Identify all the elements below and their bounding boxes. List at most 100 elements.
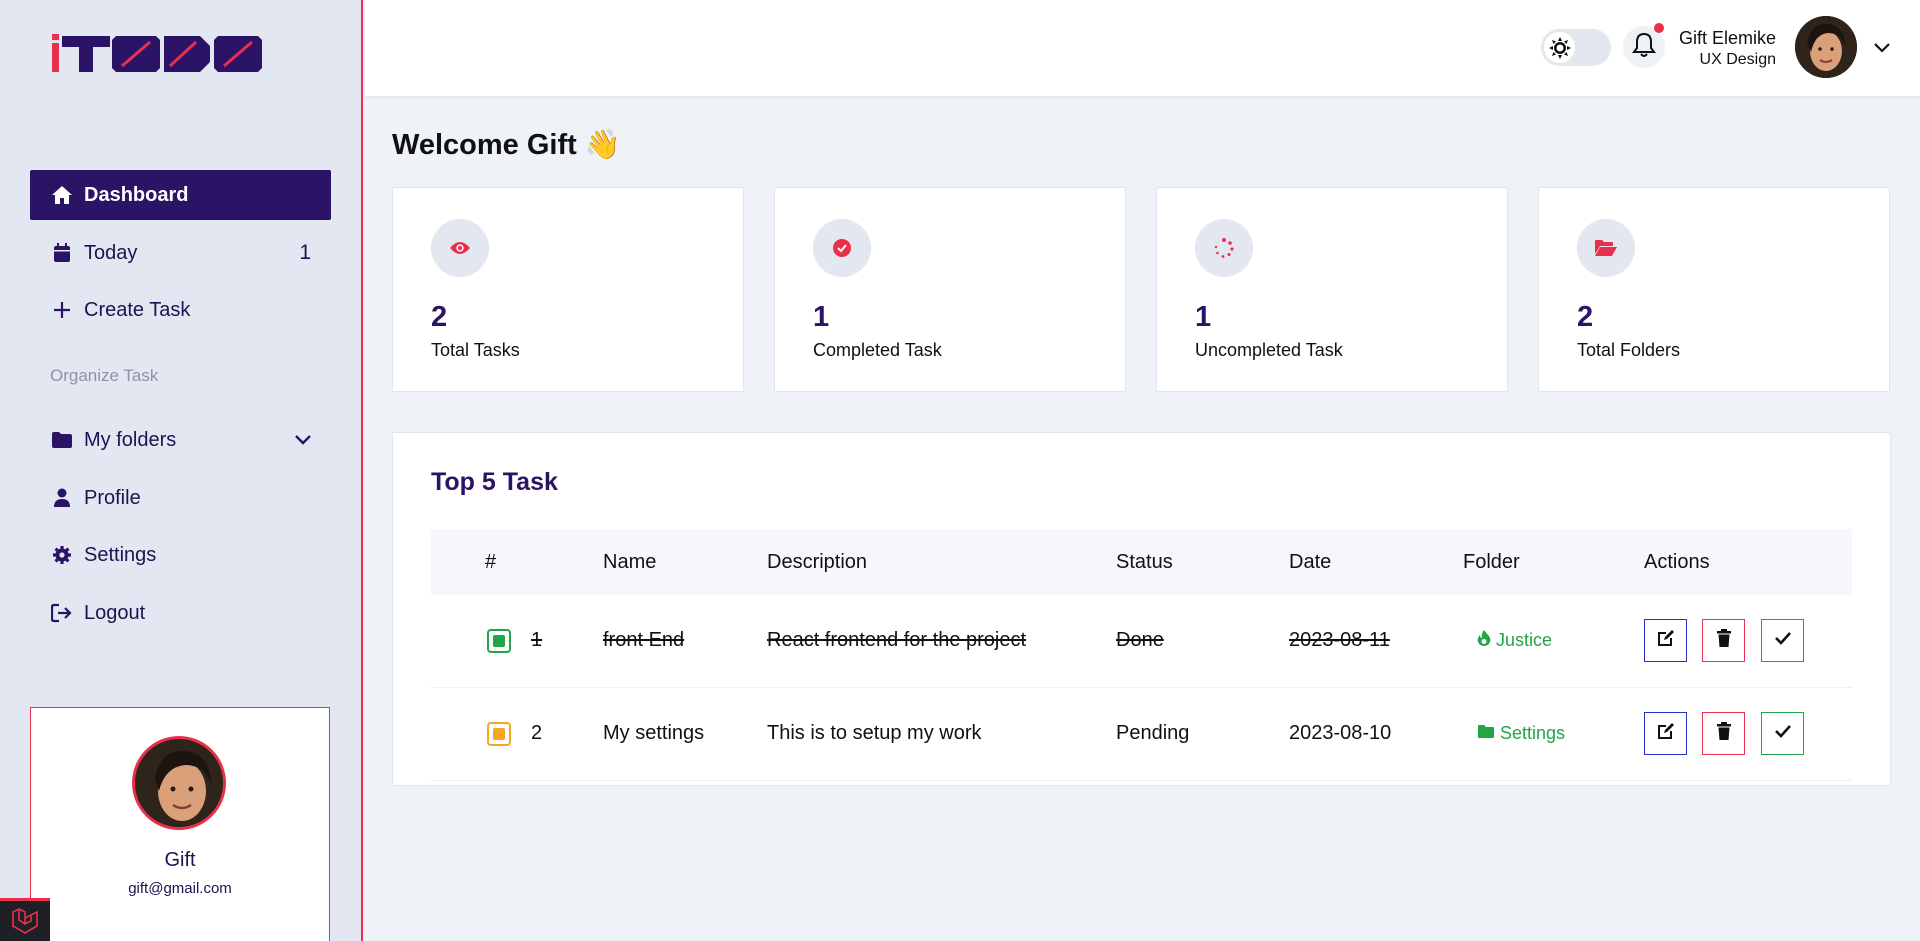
table-row: 1 front End React frontend for the proje…: [431, 595, 1852, 688]
edit-icon: [1656, 721, 1676, 746]
eye-icon: [431, 219, 489, 277]
stat-label: Completed Task: [813, 340, 942, 360]
top-tasks-panel: Top 5 Task # Name Description Status Dat…: [392, 432, 1891, 786]
sidebar-item-label: Create Task: [84, 298, 191, 321]
logout-icon: [50, 601, 74, 625]
itodo-logo[interactable]: [50, 30, 270, 76]
sidebar-item-logout[interactable]: Logout: [30, 588, 331, 638]
stat-label: Uncompleted Task: [1195, 340, 1343, 360]
plus-icon: [50, 298, 74, 322]
trash-icon: [1716, 628, 1732, 653]
task-description: React frontend for the project: [767, 629, 1027, 651]
sidebar-profile-card: Gift gift@gmail.com: [30, 707, 330, 941]
task-folder-link[interactable]: Settings: [1477, 723, 1565, 744]
column-header: Folder: [1463, 551, 1520, 573]
task-description: This is to setup my work: [767, 722, 982, 744]
task-folder-label: Settings: [1500, 723, 1566, 743]
sidebar-item-label: My folders: [84, 428, 177, 451]
sidebar: Dashboard Today 1 Create Task Organize T…: [0, 0, 363, 941]
avatar[interactable]: [132, 736, 226, 830]
task-number: 1: [531, 629, 543, 651]
task-name: My settings: [603, 722, 705, 744]
task-complete-checkbox[interactable]: [487, 629, 511, 653]
task-name: front End: [603, 629, 685, 651]
task-date: 2023-08-10: [1289, 722, 1392, 744]
gear-icon: [50, 543, 74, 567]
edit-task-button[interactable]: [1644, 712, 1687, 755]
stat-value: 2: [1577, 301, 1594, 333]
fire-icon: [1477, 630, 1491, 651]
header-user-role: UX Design: [1699, 51, 1776, 68]
profile-email: gift@gmail.com: [128, 880, 232, 897]
stat-label: Total Tasks: [431, 340, 520, 360]
sun-icon: [1544, 32, 1575, 63]
task-status: Done: [1116, 629, 1164, 651]
task-complete-checkbox[interactable]: [487, 722, 511, 746]
stat-value: 1: [1195, 301, 1212, 333]
task-status: Pending: [1116, 722, 1190, 744]
complete-task-button[interactable]: [1761, 619, 1804, 662]
column-header: #: [485, 551, 497, 573]
folder-icon: [1477, 723, 1495, 744]
sidebar-item-label: Today: [84, 241, 138, 264]
sidebar-item-label: Logout: [84, 601, 146, 624]
task-date: 2023-08-11: [1289, 629, 1390, 651]
trash-icon: [1716, 721, 1732, 746]
stat-card-completed: 1 Completed Task: [774, 187, 1126, 392]
bell-icon: [1632, 32, 1656, 63]
task-folder-label: Justice: [1496, 630, 1553, 650]
task-number: 2: [531, 722, 543, 744]
folder-open-icon: [1577, 219, 1635, 277]
stat-label: Total Folders: [1577, 340, 1681, 360]
sidebar-item-dashboard[interactable]: Dashboard: [30, 170, 331, 220]
welcome-text: Welcome Gift: [392, 128, 577, 161]
sidebar-item-settings[interactable]: Settings: [30, 530, 331, 580]
table-row: 2 My settings This is to setup my work P…: [431, 688, 1852, 781]
column-header: Status: [1116, 551, 1173, 573]
sidebar-item-label: Profile: [84, 486, 141, 509]
today-count-badge: 1: [299, 241, 311, 264]
edit-icon: [1656, 628, 1676, 653]
page-title: Welcome Gift 👋: [392, 128, 621, 162]
theme-toggle[interactable]: [1541, 29, 1611, 66]
check-icon: [1774, 723, 1792, 744]
chevron-down-icon[interactable]: [293, 429, 313, 455]
check-icon: [1774, 630, 1792, 651]
delete-task-button[interactable]: [1702, 619, 1745, 662]
sidebar-item-my-folders[interactable]: My folders: [30, 415, 331, 465]
home-icon: [50, 183, 74, 207]
check-circle-icon: [813, 219, 871, 277]
sidebar-item-today[interactable]: Today 1: [30, 228, 331, 278]
table-header: # Name Description Status Date Folder Ac…: [431, 529, 1852, 595]
spinner-icon: [1195, 219, 1253, 277]
column-header: Name: [603, 551, 657, 573]
task-folder-link[interactable]: Justice: [1477, 630, 1552, 651]
sidebar-item-label: Dashboard: [84, 183, 189, 206]
delete-task-button[interactable]: [1702, 712, 1745, 755]
sidebar-item-create-task[interactable]: Create Task: [30, 285, 331, 335]
section-label-organize: Organize Task: [50, 366, 159, 385]
header-user-name[interactable]: Gift Elemike: [1679, 28, 1776, 49]
edit-task-button[interactable]: [1644, 619, 1687, 662]
panel-title: Top 5 Task: [431, 468, 558, 496]
notification-dot: [1654, 23, 1664, 33]
header-avatar[interactable]: [1795, 16, 1857, 78]
stat-value: 2: [431, 301, 448, 333]
laravel-icon[interactable]: [0, 898, 50, 941]
sidebar-item-profile[interactable]: Profile: [30, 473, 331, 523]
column-header: Description: [767, 551, 868, 573]
waving-hand-icon: 👋: [584, 129, 621, 161]
column-header: Actions: [1644, 551, 1710, 573]
calendar-icon: [50, 241, 74, 265]
profile-name: Gift: [164, 849, 196, 871]
complete-task-button[interactable]: [1761, 712, 1804, 755]
folder-icon: [50, 428, 74, 452]
stat-card-total-folders: 2 Total Folders: [1538, 187, 1890, 392]
stat-value: 1: [813, 301, 830, 333]
chevron-down-icon[interactable]: [1872, 37, 1892, 62]
stat-card-total-tasks: 2 Total Tasks: [392, 187, 744, 392]
sidebar-item-label: Settings: [84, 543, 157, 566]
column-header: Date: [1289, 551, 1332, 573]
user-icon: [50, 486, 74, 510]
stat-card-uncompleted: 1 Uncompleted Task: [1156, 187, 1508, 392]
